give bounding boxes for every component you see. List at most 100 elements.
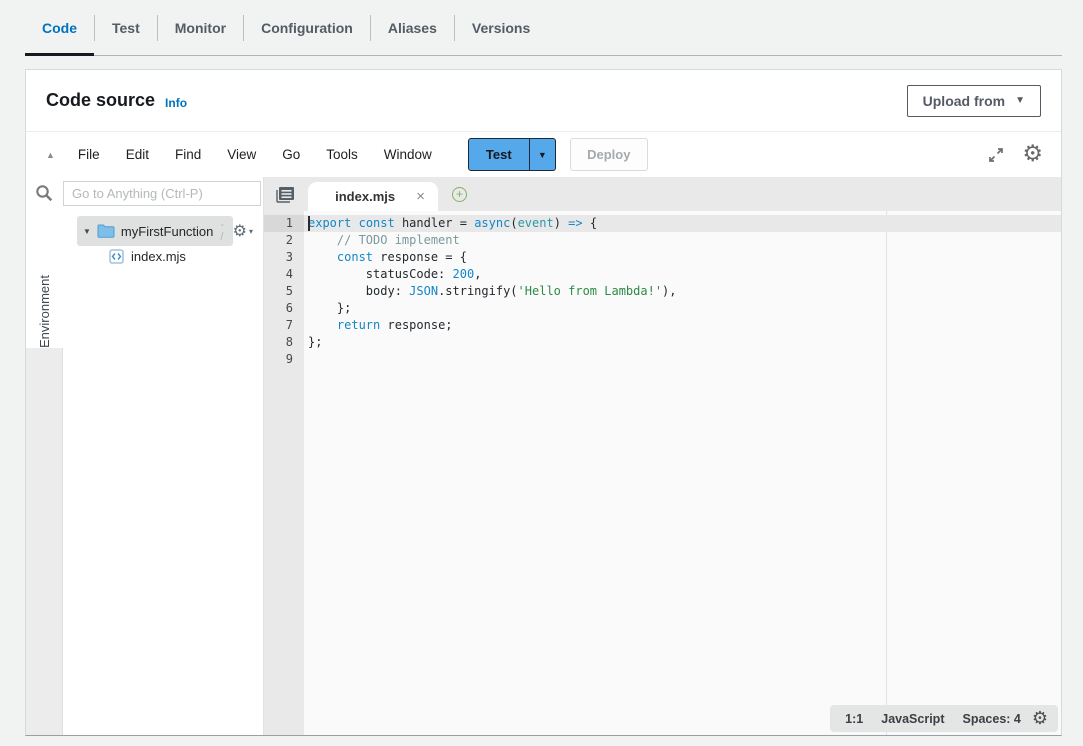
menu-tools[interactable]: Tools [326, 147, 358, 162]
test-button[interactable]: Test [468, 138, 530, 171]
line-number: 8 [264, 334, 304, 351]
editor-tab-label: index.mjs [332, 189, 398, 204]
code-lines: 1export const handler = async(event) => … [264, 215, 1061, 368]
code-line-text: // TODO implement [304, 232, 460, 249]
code-line-text: statusCode: 200, [304, 266, 481, 283]
menu-file[interactable]: File [78, 147, 100, 162]
menubar-icons: ⚙ [987, 143, 1051, 166]
collapse-pane-icon[interactable]: ▲ [46, 150, 55, 160]
code-source-header: Code source Info Upload from ▼ [26, 70, 1061, 132]
tab-test[interactable]: Test [95, 0, 157, 56]
chevron-down-icon: ▼ [538, 150, 547, 160]
goto-anything-input[interactable] [63, 181, 261, 206]
tab-aliases-label: Aliases [388, 20, 437, 36]
code-line: 6 }; [264, 300, 1061, 317]
tab-versions[interactable]: Versions [455, 0, 547, 56]
fullscreen-icon[interactable] [987, 146, 1005, 164]
left-body: Environment ▼ myFirstFunc [26, 208, 263, 735]
line-number: 9 [264, 351, 304, 368]
statusbar-gear-icon[interactable]: ⚙ [1030, 710, 1052, 728]
code-line-text: }; [304, 300, 351, 317]
code-editor[interactable]: 1export const handler = async(event) => … [264, 211, 1061, 735]
tab-code[interactable]: Code [25, 0, 94, 56]
editor-main: Environment ▼ myFirstFunc [26, 177, 1061, 735]
tree-expand-caret-icon[interactable]: ▼ [83, 227, 91, 236]
line-number: 6 [264, 300, 304, 317]
chevron-down-icon: ▾ [249, 227, 253, 236]
cursor-position[interactable]: 1:1 [836, 712, 872, 726]
code-line-text: const response = { [304, 249, 467, 266]
line-number: 1 [264, 215, 304, 232]
code-line-text: export const handler = async(event) => { [304, 215, 597, 232]
line-number: 5 [264, 283, 304, 300]
tab-environment[interactable]: Environment [26, 208, 63, 348]
environment-tab-label: Environment [37, 211, 52, 348]
code-line: 2 // TODO implement [264, 232, 1061, 249]
menu-window[interactable]: Window [384, 147, 432, 162]
close-tab-icon[interactable]: × [416, 189, 425, 204]
tab-monitor[interactable]: Monitor [158, 0, 243, 56]
editor-tab-indexmjs[interactable]: index.mjs × [308, 182, 438, 211]
code-line-text: return response; [304, 317, 453, 334]
code-line: 8}; [264, 334, 1061, 351]
tab-configuration-label: Configuration [261, 20, 353, 36]
menu-edit[interactable]: Edit [126, 147, 149, 162]
tab-list-icon[interactable] [276, 186, 295, 203]
function-tab-bar: Code Test Monitor Configuration Aliases … [25, 0, 1062, 56]
line-number: 2 [264, 232, 304, 249]
editor-menus: File Edit Find View Go Tools Window [78, 147, 432, 162]
text-cursor [308, 216, 310, 231]
side-tab-strip: Environment [26, 208, 63, 735]
line-number: 7 [264, 317, 304, 334]
folder-path-suffix: - / [220, 219, 225, 243]
deploy-button[interactable]: Deploy [570, 138, 648, 171]
editor-menubar: ▲ File Edit Find View Go Tools Window Te… [26, 132, 1061, 177]
side-tab-strip-filler [26, 348, 63, 735]
tab-configuration[interactable]: Configuration [244, 0, 370, 56]
tab-versions-label: Versions [472, 20, 530, 36]
test-dropdown-button[interactable]: ▼ [530, 138, 556, 171]
menu-go[interactable]: Go [282, 147, 300, 162]
tab-code-label: Code [42, 20, 77, 36]
file-tree: ▼ myFirstFunction - / ⚙ ▾ [63, 208, 263, 735]
js-file-icon [109, 249, 124, 264]
line-number: 4 [264, 266, 304, 283]
code-source-panel: Code source Info Upload from ▼ ▲ File Ed… [25, 69, 1062, 736]
editor-status-bar: 1:1 JavaScript Spaces: 4 ⚙ [830, 705, 1058, 732]
language-mode[interactable]: JavaScript [872, 712, 953, 726]
code-line: 4 statusCode: 200, [264, 266, 1061, 283]
indentation-setting[interactable]: Spaces: 4 [953, 712, 1029, 726]
code-line-text [304, 351, 308, 368]
editor-pane: index.mjs × + 1export const handler = as… [263, 177, 1061, 735]
code-line: 5 body: JSON.stringify('Hello from Lambd… [264, 283, 1061, 300]
editor-settings-gear-icon[interactable]: ⚙ [1022, 143, 1043, 166]
tree-settings-button[interactable]: ⚙ ▾ [233, 223, 253, 239]
folder-name: myFirstFunction [121, 224, 213, 239]
menu-view[interactable]: View [227, 147, 256, 162]
tree-row-file[interactable]: index.mjs [63, 244, 263, 268]
info-link[interactable]: Info [165, 96, 187, 110]
code-line-text: }; [304, 334, 322, 351]
line-number: 3 [264, 249, 304, 266]
left-sidebar: Environment ▼ myFirstFunc [26, 177, 263, 735]
menu-find[interactable]: Find [175, 147, 201, 162]
page-title: Code source [46, 90, 155, 111]
upload-from-label: Upload from [923, 93, 1005, 109]
tab-aliases[interactable]: Aliases [371, 0, 454, 56]
code-line: 7 return response; [264, 317, 1061, 334]
upload-from-button[interactable]: Upload from ▼ [907, 85, 1041, 117]
code-line-text: body: JSON.stringify('Hello from Lambda!… [304, 283, 677, 300]
code-line: 9 [264, 351, 1061, 368]
code-line: 3 const response = { [264, 249, 1061, 266]
gear-icon: ⚙ [233, 223, 247, 239]
tab-test-label: Test [112, 20, 140, 36]
chevron-down-icon: ▼ [1015, 95, 1025, 106]
folder-selection: ▼ myFirstFunction - / [77, 216, 233, 246]
search-icon[interactable] [26, 184, 63, 203]
editor-tab-strip: index.mjs × + [264, 177, 1061, 211]
new-tab-icon[interactable]: + [452, 187, 467, 202]
code-line: 1export const handler = async(event) => … [264, 215, 1061, 232]
tab-monitor-label: Monitor [175, 20, 226, 36]
goto-anything-row [26, 179, 263, 208]
tree-row-folder[interactable]: ▼ myFirstFunction - / ⚙ ▾ [63, 218, 263, 244]
